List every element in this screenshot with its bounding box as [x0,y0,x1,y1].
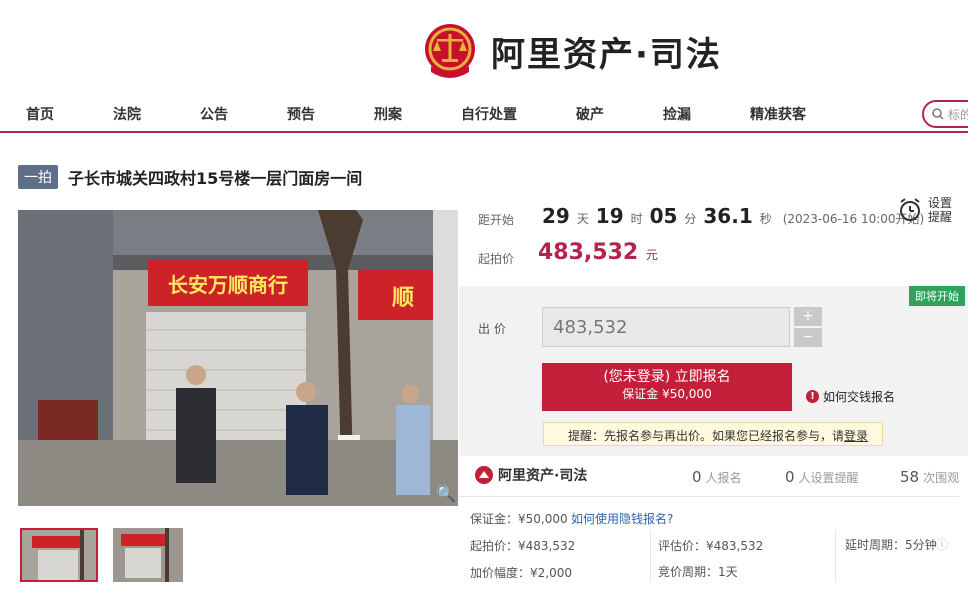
nav-item-precision[interactable]: 精准获客 [750,104,806,124]
countdown-hours: 19 [595,204,624,228]
deposit-label: 保证金 ¥50,000 [622,387,712,401]
reminders-count: 0 人设置提醒 [785,468,859,486]
increment-detail: 加价幅度：¥2,000 [470,566,572,580]
delay-period-detail: 延时周期：5分钟 [845,538,937,552]
item-title-row: 一拍 子长市城关四政村15号楼一层门面房一间 [18,165,362,189]
search-icon [932,108,944,120]
thumbnail-image [22,530,96,580]
nav-item-court[interactable]: 法院 [113,104,141,124]
start-price-detail: 起拍价：¥483,532 [470,539,576,553]
bid-cycle-detail: 竞价周期：1天 [658,565,738,579]
item-title: 子长市城关四政村15号楼一层门面房一间 [68,169,363,188]
reminder-label: 设置提醒 [928,196,953,224]
countdown-days: 29 [542,204,570,228]
site-logo[interactable]: 阿里资产·司法 [423,22,722,80]
search-placeholder: 标的 [948,107,968,122]
brand-name: 阿里资产·司法 [491,34,722,75]
alarm-clock-icon [900,198,920,221]
assessed-price-detail: 评估价：¥483,532 [658,539,764,553]
zoom-icon[interactable]: 🔍 [436,484,456,503]
nav-item-preview[interactable]: 预告 [287,104,315,124]
applicants-count: 0 人报名 [692,468,742,486]
start-price-value: 483,532 [538,240,639,265]
how-to-pay-link[interactable]: ! 如何交钱报名 [806,388,895,405]
shop-sign: 长安万顺商行 [168,273,288,297]
thumbnail-image [113,528,183,582]
set-reminder-button[interactable]: 设置提醒 [898,196,956,224]
hours-unit: 时 [630,212,643,226]
thumbnail-1[interactable] [20,528,98,582]
main-nav: 首页 法院 公告 预告 刑案 自行处置 破产 捡漏 精准获客 [0,95,968,133]
register-label: (您未登录) 立即报名 [603,369,731,385]
countdown: 29 天 19 时 05 分 36.1 秒 (2023-06-16 10:00开… [542,204,924,228]
bid-amount-field[interactable]: 483,532 [542,307,790,347]
register-button[interactable]: (您未登录) 立即报名 保证金 ¥50,000 [542,363,792,411]
info-icon: ! [806,390,819,403]
increase-bid-button[interactable]: + [794,307,822,326]
divider [835,530,836,582]
start-price: 483,532 元 [538,240,658,265]
price-unit: 元 [645,248,658,262]
nav-item-announcement[interactable]: 公告 [200,104,228,124]
days-unit: 天 [576,212,589,226]
login-tip: 提醒：先报名参与再出价。如果您已经报名参与，请登录 [543,422,883,446]
countdown-seconds: 36.1 [703,204,753,228]
auction-round-badge: 一拍 [18,165,58,189]
login-link[interactable]: 登录 [844,429,868,443]
countdown-minutes: 05 [649,204,678,228]
thumbnail-2[interactable] [113,528,191,582]
deposit-detail: 保证金：¥50,000 [470,512,568,526]
start-price-label: 起拍价 [478,252,515,266]
countdown-label: 距开始 [478,213,515,227]
mini-brand: 阿里资产·司法 [498,468,588,484]
views-count: 58 次围观 [900,468,960,486]
header: 阿里资产·司法 [0,0,968,95]
seconds-unit: 秒 [759,212,772,226]
divider [459,496,959,497]
storefront-image: 长安万顺商行 顺 [18,210,458,506]
side-sign: 顺 [392,286,414,311]
bid-label: 出 价 [478,322,506,336]
divider [650,530,651,582]
decrease-bid-button[interactable]: − [794,328,822,347]
nav-item-bargain[interactable]: 捡漏 [663,104,691,124]
help-icon[interactable]: ⓘ [936,536,948,553]
status-badge: 即将开始 [909,286,965,306]
nav-item-self-disposal[interactable]: 自行处置 [461,104,517,124]
stats-row: 阿里资产·司法 0 人报名 0 人设置提醒 58 次围观 [474,465,968,486]
nav-item-criminal[interactable]: 刑案 [374,104,402,124]
nav-item-bankruptcy[interactable]: 破产 [576,104,604,124]
how-to-pay-label: 如何交钱报名 [823,390,896,404]
tip-text: 提醒：先报名参与再出价。如果您已经报名参与，请 [568,429,845,443]
minutes-unit: 分 [684,212,697,226]
how-to-use-link[interactable]: 如何使用隐钱报名? [571,510,673,527]
court-emblem-icon [425,24,475,78]
main-photo[interactable]: 长安万顺商行 顺 [18,210,458,506]
nav-item-home[interactable]: 首页 [26,104,54,124]
ali-assets-logo-icon [475,466,493,484]
search-input[interactable]: 标的 [922,100,968,128]
